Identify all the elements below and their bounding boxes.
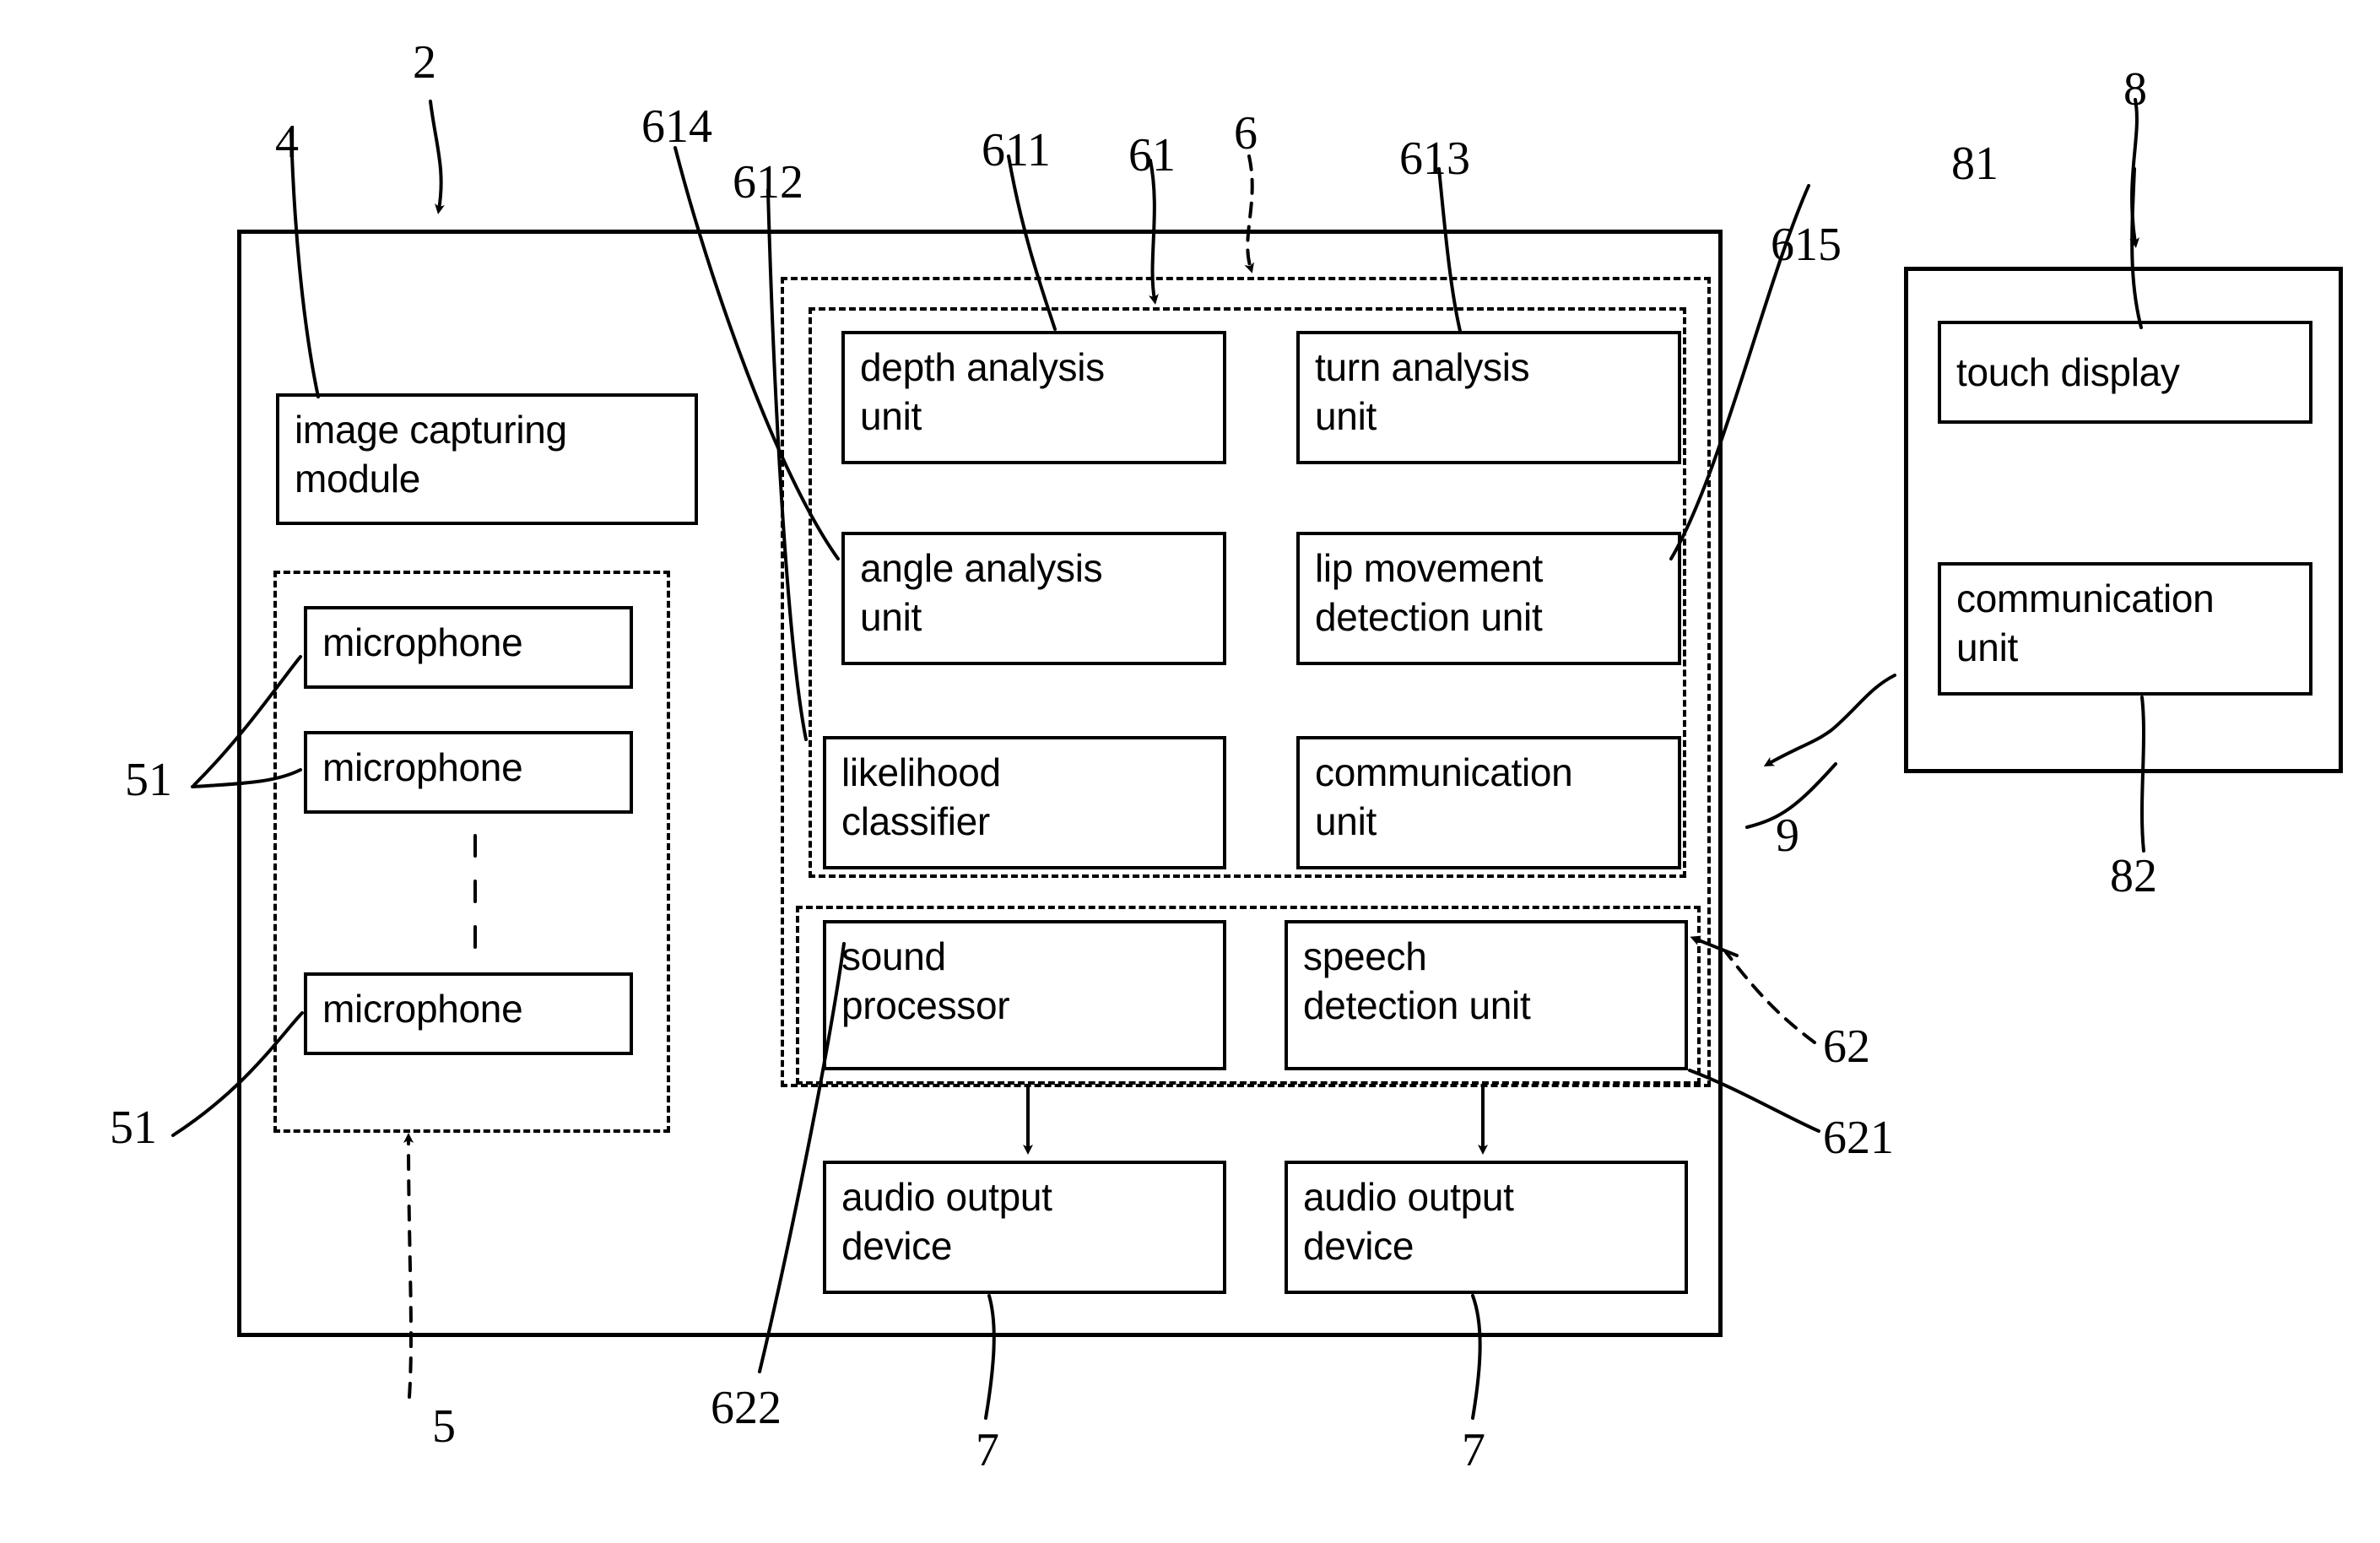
block-label-microphone-3: microphone [322, 987, 523, 1031]
block-communication-unit-external: communication unit [1938, 562, 2312, 696]
leader-8 [2129, 98, 2140, 248]
block-microphone-3: microphone [304, 972, 633, 1055]
ref-numeral-61: 61 [1128, 129, 1176, 181]
block-microphone-2: microphone [304, 731, 633, 814]
ref-numeral-622: 622 [711, 1382, 782, 1434]
block-label-depth-analysis-unit: depth analysis unit [860, 345, 1105, 438]
ref-numeral-7-left: 7 [976, 1424, 999, 1476]
ref-numeral-613: 613 [1399, 133, 1470, 185]
block-audio-output-device-2: audio output device [1285, 1161, 1688, 1294]
block-label-likelihood-classifier: likelihood classifier [841, 750, 1001, 843]
ref-numeral-621: 621 [1823, 1112, 1894, 1164]
block-sound-processor: sound processor [823, 920, 1226, 1070]
ref-numeral-51-top: 51 [125, 754, 172, 806]
block-label-audio-output-device-2: audio output device [1303, 1175, 1514, 1268]
block-turn-analysis-unit: turn analysis unit [1296, 331, 1681, 464]
ref-numeral-62: 62 [1823, 1021, 1870, 1073]
block-touch-display: touch display [1938, 321, 2312, 424]
block-communication-unit-internal: communication unit [1296, 736, 1681, 869]
block-label-touch-display: touch display [1956, 350, 2180, 394]
block-depth-analysis-unit: depth analysis unit [841, 331, 1226, 464]
ref-numeral-8: 8 [2123, 63, 2147, 116]
block-label-lip-movement-detection-unit: lip movement detection unit [1315, 546, 1543, 639]
leader-2 [429, 100, 445, 214]
block-label-speech-detection-unit: speech detection unit [1303, 934, 1531, 1027]
block-likelihood-classifier: likelihood classifier [823, 736, 1226, 869]
block-label-communication-unit-external: communication unit [1956, 577, 2215, 669]
ref-numeral-82: 82 [2110, 850, 2157, 902]
block-audio-output-device-1: audio output device [823, 1161, 1226, 1294]
block-label-microphone-2: microphone [322, 745, 523, 789]
block-microphone-1: microphone [304, 606, 633, 689]
ref-numeral-51-bottom: 51 [110, 1102, 157, 1154]
ref-numeral-611: 611 [982, 124, 1051, 176]
block-label-angle-analysis-unit: angle analysis unit [860, 546, 1103, 639]
ref-numeral-81: 81 [1951, 138, 1999, 190]
block-label-microphone-1: microphone [322, 620, 523, 664]
block-label-sound-processor: sound processor [841, 934, 1010, 1027]
ref-numeral-9: 9 [1776, 809, 1799, 862]
block-label-communication-unit-internal: communication unit [1315, 750, 1573, 843]
block-speech-detection-unit: speech detection unit [1285, 920, 1688, 1070]
ref-numeral-612: 612 [733, 156, 803, 208]
block-lip-movement-detection-unit: lip movement detection unit [1296, 532, 1681, 665]
block-label-image-capturing-module: image capturing module [295, 408, 567, 501]
leader-62-dash [1724, 950, 1816, 1044]
block-image-capturing-module: image capturing module [276, 393, 698, 525]
ref-numeral-614: 614 [641, 100, 712, 153]
ref-numeral-6: 6 [1234, 107, 1258, 160]
ref-numeral-2: 2 [413, 36, 436, 89]
ref-numeral-4: 4 [275, 116, 299, 168]
leader-9-arrow [1763, 674, 1896, 766]
ref-numeral-7-right: 7 [1462, 1424, 1485, 1476]
ref-numeral-5: 5 [432, 1400, 456, 1453]
block-label-turn-analysis-unit: turn analysis unit [1315, 345, 1530, 438]
block-angle-analysis-unit: angle analysis unit [841, 532, 1226, 665]
ref-numeral-615: 615 [1771, 219, 1842, 271]
patent-figure-sheet: image capturing module microphone microp… [0, 0, 2380, 1543]
block-label-audio-output-device-1: audio output device [841, 1175, 1052, 1268]
